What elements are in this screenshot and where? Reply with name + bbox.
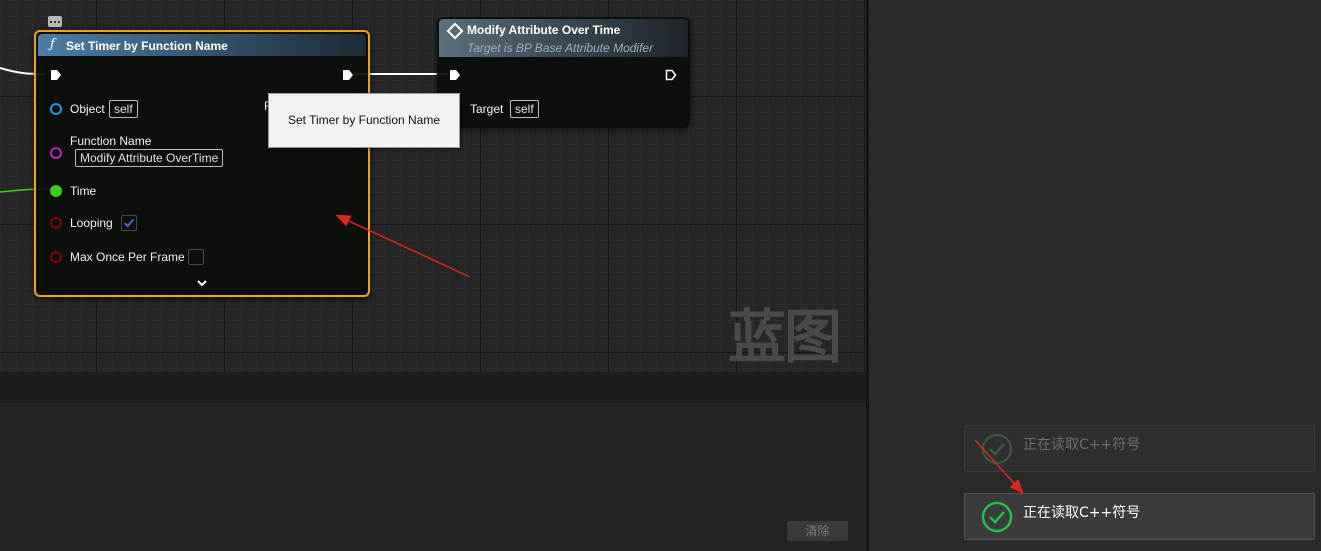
target-pin-row: Target self (449, 100, 569, 118)
object-pin-row: Object self (50, 100, 250, 118)
graph-bottom-bar (0, 372, 866, 403)
max-once-pin-row: Max Once Per Frame (50, 248, 210, 266)
looping-checkbox[interactable] (121, 215, 137, 231)
modify-attribute-node[interactable]: Modify Attribute Over Time Target is BP … (437, 17, 690, 128)
exec-out-pin[interactable] (342, 69, 354, 81)
looping-pin-label: Looping (70, 216, 113, 230)
target-pin-label: Target (470, 102, 504, 116)
max-once-pin[interactable] (50, 251, 62, 263)
blueprint-watermark: 蓝图 (728, 303, 842, 371)
object-pin[interactable] (50, 103, 62, 115)
function-name-pin[interactable] (50, 147, 62, 159)
target-value: self (510, 100, 539, 118)
comment-bubble-icon[interactable] (48, 16, 62, 27)
looping-pin[interactable] (50, 217, 62, 229)
notification-toast: 正在读取C++符号 (964, 493, 1315, 540)
check-circle-icon (982, 434, 1012, 464)
node-tooltip: Set Timer by Function Name (268, 93, 460, 148)
notification-toast-faded: 正在读取C++符号 (964, 425, 1315, 472)
looping-pin-row: Looping (50, 214, 170, 232)
exec-in-pin[interactable] (50, 69, 62, 81)
function-icon: ƒ (50, 37, 55, 52)
set-timer-node-header[interactable]: ƒ Set Timer by Function Name (38, 34, 366, 56)
set-timer-node[interactable]: ƒ Set Timer by Function Name Object self… (34, 30, 370, 297)
event-diamond-icon (446, 22, 464, 40)
function-name-label: Function Name (70, 134, 152, 148)
clear-button[interactable]: 清除 (787, 521, 848, 541)
chevron-down-icon[interactable] (196, 278, 208, 288)
checkmark-icon (124, 218, 135, 228)
modify-node-subtitle: Target is BP Base Attribute Modifer (467, 41, 654, 55)
function-name-input[interactable]: Modify Attribute OverTime (75, 149, 224, 167)
time-pin-row: Time (50, 182, 170, 200)
max-once-checkbox[interactable] (188, 249, 204, 265)
output-log-panel (0, 403, 866, 551)
modify-node-title: Modify Attribute Over Time (467, 23, 621, 37)
set-timer-node-title: Set Timer by Function Name (66, 39, 228, 53)
blueprint-graph-canvas[interactable]: ƒ Set Timer by Function Name Object self… (0, 0, 866, 372)
object-value: self (109, 100, 138, 118)
time-pin-label: Time (70, 184, 97, 198)
modify-exec-in-pin[interactable] (449, 69, 461, 81)
modify-exec-out-pin[interactable] (665, 69, 677, 81)
check-circle-icon (981, 501, 1013, 533)
function-name-pin-row: Function Name Modify Attribute OverTime (50, 134, 260, 168)
modify-node-header[interactable]: Modify Attribute Over Time Target is BP … (439, 19, 688, 57)
notification-text-faded: 正在读取C++符号 (1023, 437, 1141, 453)
notification-text: 正在读取C++符号 (1023, 505, 1141, 521)
time-pin[interactable] (50, 185, 62, 197)
max-once-pin-label: Max Once Per Frame (70, 250, 185, 264)
object-pin-label: Object (70, 102, 105, 116)
